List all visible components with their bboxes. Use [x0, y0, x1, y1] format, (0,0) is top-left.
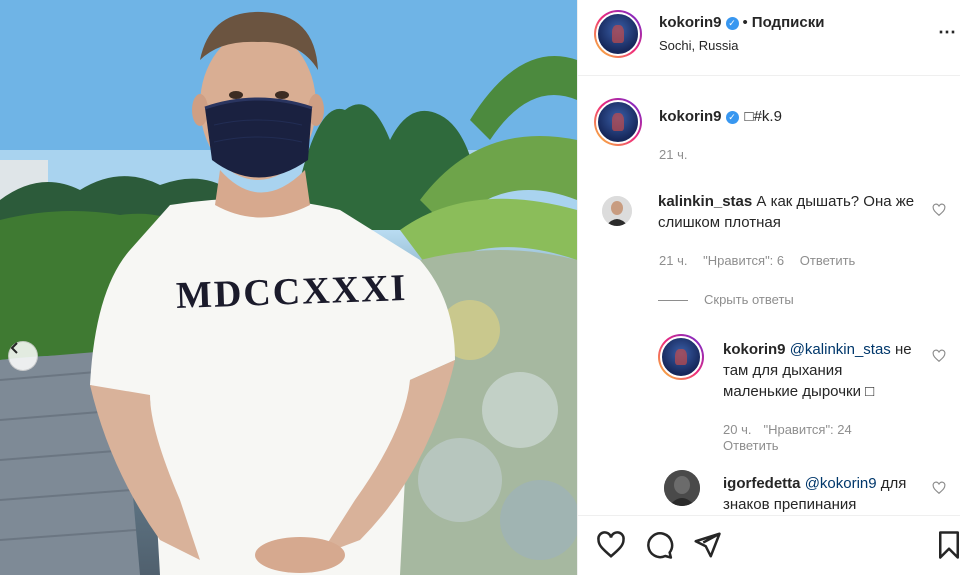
reply-mention[interactable]: @kokorin9: [805, 475, 877, 492]
heart-icon[interactable]: [932, 481, 946, 495]
reply-mention[interactable]: @kalinkin_stas: [790, 341, 891, 358]
heart-icon[interactable]: [932, 349, 946, 363]
separator-dot: •: [742, 14, 748, 31]
caption-time[interactable]: 21 ч.: [659, 147, 687, 162]
avatar[interactable]: [594, 10, 642, 58]
verified-icon: ✓: [725, 110, 739, 124]
reply: igorfedetta @kokorin9 для знаков препина…: [723, 473, 913, 515]
reply-username[interactable]: kokorin9: [723, 341, 786, 358]
reply-button[interactable]: Ответить: [723, 438, 779, 453]
comment-username[interactable]: kalinkin_stas: [658, 193, 752, 210]
header-username[interactable]: kokorin9: [659, 14, 722, 31]
reply: kokorin9 @kalinkin_stas не там для дыхан…: [723, 339, 913, 402]
action-bar: [578, 515, 960, 575]
header-user: kokorin9 ✓ • Подписки: [659, 14, 824, 31]
reply-meta: 20 ч. "Нравится": 24 Ответить: [723, 422, 864, 454]
comment-icon[interactable]: [644, 530, 674, 560]
comment: kalinkin_stas А как дышать? Она же слишк…: [658, 191, 918, 233]
verified-icon: ✓: [725, 16, 739, 30]
reply-button[interactable]: Ответить: [800, 253, 856, 268]
comment-likes[interactable]: "Нравится": 6: [703, 253, 784, 268]
post-photo: MDCCXXXI: [0, 0, 577, 575]
caption-line: kokorin9 ✓ □#k.9: [659, 108, 782, 125]
bookmark-icon[interactable]: [934, 530, 960, 560]
avatar[interactable]: [658, 334, 704, 380]
chevron-left-icon[interactable]: [8, 341, 38, 371]
more-options-icon[interactable]: ⋯: [938, 22, 956, 43]
follow-button[interactable]: Подписки: [752, 14, 825, 31]
caption-text: □#k.9: [744, 108, 782, 125]
location-link[interactable]: Sochi, Russia: [659, 38, 738, 53]
heart-icon[interactable]: [932, 203, 946, 217]
reply-likes[interactable]: "Нравится": 24: [763, 422, 851, 437]
avatar[interactable]: [594, 98, 642, 146]
post-panel: kokorin9 ✓ • Подписки Sochi, Russia ⋯ kokor…: [577, 0, 960, 575]
share-icon[interactable]: [692, 530, 722, 560]
post-header: kokorin9 ✓ • Подписки Sochi, Russia ⋯: [578, 0, 960, 76]
reply-username[interactable]: igorfedetta: [723, 475, 801, 492]
hide-replies-button[interactable]: Скрыть ответы: [658, 292, 794, 307]
caption-username[interactable]: kokorin9: [659, 108, 722, 125]
reply-time[interactable]: 20 ч.: [723, 422, 751, 437]
avatar[interactable]: [602, 196, 632, 226]
heart-icon[interactable]: [596, 530, 626, 560]
avatar[interactable]: [664, 470, 700, 506]
comment-meta: 21 ч. "Нравится": 6 Ответить: [659, 253, 867, 268]
comment-time[interactable]: 21 ч.: [659, 253, 687, 268]
shirt-text: MDCCXXXI: [175, 266, 408, 318]
